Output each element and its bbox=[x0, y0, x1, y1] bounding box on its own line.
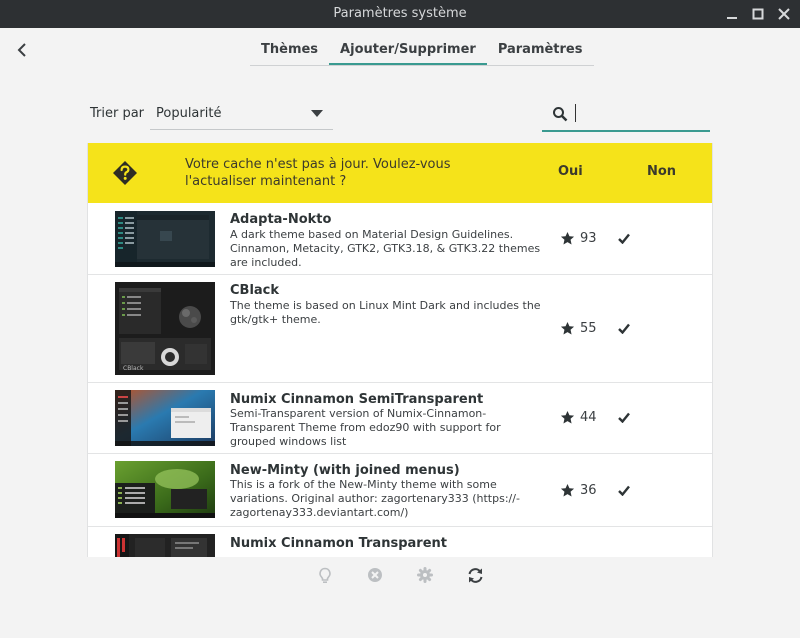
minimize-icon bbox=[727, 17, 737, 19]
star-icon bbox=[560, 410, 575, 424]
theme-thumbnail bbox=[115, 534, 215, 557]
bottom-toolbar bbox=[316, 566, 492, 586]
theme-name: Adapta-Nokto bbox=[230, 212, 332, 227]
search-box[interactable] bbox=[542, 98, 710, 132]
check-icon bbox=[618, 485, 630, 496]
banner-message: Votre cache n'est pas à jour. Voulez-vou… bbox=[185, 157, 451, 189]
theme-score: 36 bbox=[580, 483, 597, 498]
theme-score: 44 bbox=[580, 410, 597, 425]
theme-name: New-Minty (with joined menus) bbox=[230, 463, 460, 478]
info-button[interactable] bbox=[316, 566, 334, 584]
star-icon bbox=[560, 231, 575, 245]
refresh-button[interactable] bbox=[466, 566, 484, 584]
list-item[interactable]: Numix Cinnamon SemiTransparent Semi-Tran… bbox=[88, 383, 712, 454]
tab-add-remove[interactable]: Ajouter/Supprimer bbox=[329, 36, 487, 65]
theme-description: The theme is based on Linux Mint Dark an… bbox=[230, 299, 541, 326]
remove-icon bbox=[368, 568, 382, 582]
list-item[interactable]: Adapta-Nokto A dark theme based on Mater… bbox=[88, 203, 712, 275]
search-icon bbox=[553, 107, 568, 122]
refresh-icon bbox=[468, 567, 482, 583]
theme-score: 93 bbox=[580, 231, 597, 246]
window-titlebar: Paramètres système bbox=[0, 0, 800, 28]
sort-value: Popularité bbox=[156, 106, 222, 121]
star-icon bbox=[560, 483, 575, 497]
tab-bar: Thèmes Ajouter/Supprimer Paramètres bbox=[250, 36, 594, 66]
list-item[interactable]: New-Minty (with joined menus) This is a … bbox=[88, 454, 712, 527]
theme-thumbnail bbox=[115, 211, 215, 267]
check-icon bbox=[618, 233, 630, 244]
tab-settings[interactable]: Paramètres bbox=[487, 36, 594, 65]
theme-thumbnail bbox=[115, 390, 215, 446]
uninstall-button[interactable] bbox=[366, 566, 384, 584]
configure-button[interactable] bbox=[416, 566, 434, 584]
theme-thumbnail bbox=[115, 461, 215, 518]
close-button[interactable] bbox=[774, 4, 794, 24]
banner-yes-button[interactable]: Oui bbox=[558, 164, 583, 179]
theme-description: A dark theme based on Material Design Gu… bbox=[230, 228, 541, 269]
lightbulb-icon bbox=[319, 567, 331, 583]
svg-text:CBlack: CBlack bbox=[123, 365, 144, 372]
maximize-icon bbox=[752, 8, 764, 20]
check-icon bbox=[618, 412, 630, 423]
banner-no-button[interactable]: Non bbox=[647, 164, 676, 179]
maximize-button[interactable] bbox=[748, 4, 768, 24]
sort-dropdown[interactable]: Popularité bbox=[150, 98, 333, 130]
question-diamond-icon bbox=[113, 161, 137, 185]
search-input[interactable] bbox=[574, 104, 702, 126]
star-icon bbox=[560, 321, 575, 335]
theme-list[interactable]: Votre cache n'est pas à jour. Voulez-vou… bbox=[87, 143, 713, 557]
cache-warning-banner: Votre cache n'est pas à jour. Voulez-vou… bbox=[88, 143, 712, 203]
theme-description: Semi-Transparent version of Numix-Cinnam… bbox=[230, 407, 501, 448]
close-icon bbox=[778, 8, 790, 20]
back-arrow-icon bbox=[17, 43, 26, 57]
list-item[interactable]: Numix Cinnamon Transparent bbox=[88, 527, 712, 557]
theme-name: Numix Cinnamon Transparent bbox=[230, 536, 447, 551]
window-title: Paramètres système bbox=[333, 6, 467, 21]
list-item[interactable]: CBlack CBlack The theme is based on Linu… bbox=[88, 275, 712, 383]
tab-themes[interactable]: Thèmes bbox=[250, 36, 329, 65]
chevron-down-icon bbox=[311, 110, 323, 117]
theme-thumbnail: CBlack bbox=[115, 282, 215, 375]
theme-description: This is a fork of the New-Minty theme wi… bbox=[230, 478, 520, 519]
theme-name: CBlack bbox=[230, 283, 280, 298]
sort-label: Trier par bbox=[90, 106, 145, 121]
gear-icon bbox=[417, 567, 433, 583]
check-icon bbox=[618, 323, 630, 334]
theme-score: 55 bbox=[580, 321, 597, 336]
back-button[interactable] bbox=[12, 40, 32, 60]
text-caret bbox=[575, 104, 576, 122]
minimize-button[interactable] bbox=[722, 4, 742, 24]
theme-name: Numix Cinnamon SemiTransparent bbox=[230, 392, 484, 407]
